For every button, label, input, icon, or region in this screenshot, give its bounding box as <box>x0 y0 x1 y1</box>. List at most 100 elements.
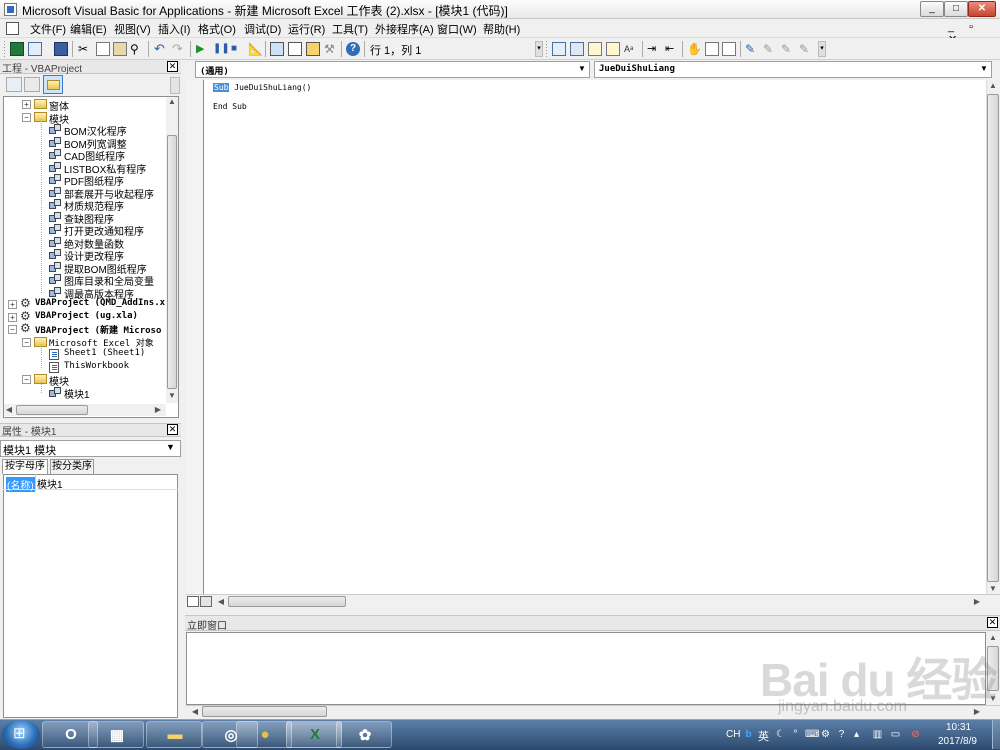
design-mode-icon[interactable]: 📐 <box>248 42 263 56</box>
chrome-icon[interactable]: ● <box>236 721 292 748</box>
tree-item[interactable]: VBAProject (QMD_AddIns.x <box>35 298 165 308</box>
clock-time[interactable]: 10:31 <box>946 722 971 733</box>
clear-bookmarks-icon[interactable]: ✎ <box>799 42 813 56</box>
code-line-2[interactable]: End Sub <box>213 102 247 111</box>
scroll-down-arrow[interactable]: ▼ <box>165 391 179 400</box>
ime-icon[interactable]: b <box>743 729 754 740</box>
properties-close-button[interactable]: ✕ <box>167 424 178 435</box>
code-line-1[interactable]: Sub JueDuiShuLiang() <box>213 83 311 92</box>
collapse-toggle[interactable]: − <box>22 375 31 384</box>
procedure-signature[interactable]: JueDuiShuLiang() <box>229 83 311 92</box>
clock-date[interactable]: 2017/8/9 <box>938 736 977 747</box>
comment-block-icon[interactable] <box>705 42 719 56</box>
menu-run[interactable]: 运行(R) <box>288 21 325 37</box>
full-module-view-button[interactable] <box>200 596 212 607</box>
run-icon[interactable]: ▶ <box>196 42 210 56</box>
code-editor[interactable] <box>186 80 986 594</box>
break-icon[interactable]: ❚❚ <box>213 42 230 56</box>
moon-icon[interactable]: ☾ <box>775 729 786 740</box>
menu-window[interactable]: 窗口(W) <box>437 21 477 37</box>
excel-icon[interactable] <box>10 42 24 56</box>
project-tree-vscroll-thumb[interactable] <box>167 135 177 389</box>
menu-format[interactable]: 格式(O) <box>198 21 236 37</box>
scroll-right-arrow[interactable]: ▶ <box>970 597 984 606</box>
outdent-icon[interactable]: ⇤ <box>665 42 679 56</box>
procedure-select[interactable]: JueDuiShuLiang <box>594 61 992 78</box>
help-icon[interactable]: ? <box>346 42 360 56</box>
vba-app-icon[interactable] <box>4 3 17 16</box>
toolbar-overflow-button-2[interactable]: ▾ <box>818 41 826 57</box>
view-object-icon[interactable] <box>24 77 40 92</box>
collapse-toggle[interactable]: − <box>8 325 17 334</box>
view-code-icon[interactable] <box>6 77 22 92</box>
tab-alphabetic[interactable]: 按字母序 <box>2 459 48 474</box>
find-icon[interactable]: ⚲ <box>130 42 144 56</box>
language-indicator[interactable]: CH <box>726 729 740 740</box>
code-vscroll-thumb[interactable] <box>987 94 999 582</box>
tree-item[interactable]: VBAProject (新建 Microso <box>35 323 161 336</box>
chevron-down-icon[interactable]: ▼ <box>166 442 175 452</box>
scroll-up-arrow[interactable]: ▲ <box>986 81 1000 90</box>
scroll-up-arrow[interactable]: ▲ <box>986 633 1000 642</box>
tree-item[interactable]: Sheet1 (Sheet1) <box>64 348 145 358</box>
scroll-left-arrow[interactable]: ◀ <box>188 707 202 716</box>
project-explorer-close-button[interactable]: ✕ <box>167 61 178 72</box>
ime-mode[interactable]: 英 <box>758 728 769 744</box>
collapse-toggle[interactable]: − <box>22 338 31 347</box>
start-button[interactable] <box>2 720 40 749</box>
expand-toggle[interactable]: + <box>8 300 17 309</box>
list-constants-icon[interactable] <box>570 42 584 56</box>
insert-userform-icon[interactable] <box>28 42 42 56</box>
cut-icon[interactable]: ✂ <box>78 42 92 56</box>
paste-icon[interactable] <box>113 42 127 56</box>
scroll-right-arrow[interactable]: ▶ <box>151 405 165 414</box>
collapse-toggle[interactable]: − <box>22 113 31 122</box>
project-toolbar-overflow[interactable] <box>170 77 180 94</box>
menu-tools[interactable]: 工具(T) <box>332 21 368 37</box>
parameter-info-icon[interactable] <box>606 42 620 56</box>
help-icon[interactable]: ? <box>836 729 847 740</box>
close-button[interactable]: ✕ <box>968 1 996 17</box>
tree-item[interactable]: 模块1 <box>64 386 90 401</box>
scroll-left-arrow[interactable]: ◀ <box>2 405 16 414</box>
procedure-view-button[interactable] <box>187 596 199 607</box>
file-explorer-icon[interactable]: ▬ <box>146 721 202 748</box>
code-margin-indicator-bar[interactable] <box>186 80 204 594</box>
volume-muted-icon[interactable]: ⊘ <box>910 729 921 740</box>
menu-addins[interactable]: 外接程序(A) <box>375 21 434 37</box>
minimize-button[interactable]: _ <box>920 1 944 17</box>
menu-view[interactable]: 视图(V) <box>114 21 151 37</box>
paint-icon[interactable]: ✿ <box>336 721 392 748</box>
project-tree-hscroll-thumb[interactable] <box>16 405 88 415</box>
complete-word-icon[interactable]: Aᵃ <box>624 42 638 56</box>
save-icon[interactable] <box>54 42 68 56</box>
tab-categorized[interactable]: 按分类序 <box>50 459 94 474</box>
next-bookmark-icon[interactable]: ✎ <box>763 42 777 56</box>
scroll-down-arrow[interactable]: ▼ <box>986 584 1000 593</box>
chevron-down-icon[interactable]: ▼ <box>578 64 586 73</box>
chevron-down-icon[interactable]: ▼ <box>980 64 988 73</box>
object-select[interactable]: (通用) <box>195 61 590 78</box>
toolbar-overflow-button[interactable]: ▾ <box>535 41 543 57</box>
tray-app-icon[interactable]: ▭ <box>890 729 901 740</box>
punctuation-icon[interactable]: ° <box>790 729 801 740</box>
menu-file[interactable]: 文件(F) <box>30 21 66 37</box>
menu-edit[interactable]: 编辑(E) <box>70 21 107 37</box>
calculator-icon[interactable]: ▦ <box>88 721 144 748</box>
excel-icon[interactable]: X <box>286 721 342 748</box>
toggle-breakpoint-icon[interactable]: ✋ <box>687 42 702 56</box>
properties-icon[interactable] <box>288 42 302 56</box>
menu-help[interactable]: 帮助(H) <box>483 21 520 37</box>
undo-icon[interactable]: ↶ <box>154 42 168 56</box>
menu-debug[interactable]: 调试(D) <box>244 21 281 37</box>
show-desktop-button[interactable] <box>992 720 1000 749</box>
code-hscroll-thumb[interactable] <box>228 596 346 607</box>
quick-info-icon[interactable] <box>588 42 602 56</box>
keyword-sub-selected[interactable]: Sub <box>213 83 230 92</box>
toolbox-icon[interactable]: ⚒ <box>324 42 338 56</box>
scroll-up-arrow[interactable]: ▲ <box>165 97 179 106</box>
object-browser-icon[interactable] <box>306 42 320 56</box>
indent-icon[interactable]: ⇥ <box>647 42 661 56</box>
previous-bookmark-icon[interactable]: ✎ <box>781 42 795 56</box>
toggle-bookmark-icon[interactable]: ✎ <box>745 42 759 56</box>
